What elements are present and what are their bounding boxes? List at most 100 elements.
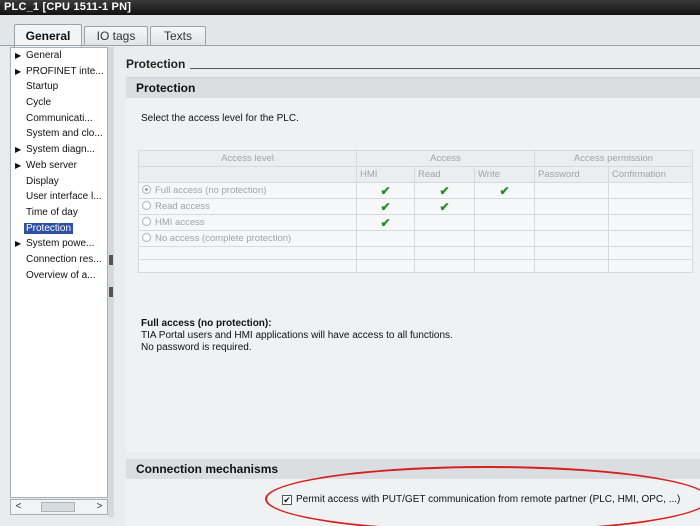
access-hmi-cell: ✔ [356, 182, 415, 199]
sidebar-item-11[interactable]: Protection [11, 221, 107, 237]
access-row[interactable]: Read access ✔ ✔ [138, 198, 693, 215]
sidebar-item-label: Overview of a... [26, 269, 96, 281]
access-level-radio[interactable] [142, 201, 151, 210]
col-access-permission: Access permission [534, 150, 693, 167]
access-level-label: No access (complete protection) [155, 233, 292, 244]
col-blank [138, 166, 357, 183]
scroll-left-button[interactable]: < [11, 500, 26, 514]
tab-general[interactable]: General [14, 24, 82, 47]
section-title: Protection [126, 57, 186, 71]
sidebar-item-3[interactable]: Cycle [11, 95, 107, 111]
description-line-1: TIA Portal users and HMI applications wi… [141, 330, 453, 341]
sidebar-item-label: System and clo... [26, 128, 103, 140]
sidebar-item-label: Startup [26, 81, 59, 93]
expand-arrow-icon[interactable]: ▶ [15, 158, 21, 174]
splitter-grip-top [109, 255, 113, 265]
sidebar-item-13[interactable]: Connection res... [11, 252, 107, 268]
access-level-cell[interactable]: HMI access [138, 214, 357, 231]
sidebar-item-7[interactable]: ▶ Web server [11, 158, 107, 174]
protection-panel: Protection Select the access level for t… [126, 77, 700, 452]
sidebar-item-label: Communicati... [26, 112, 93, 124]
col-write: Write [474, 166, 535, 183]
sidebar-item-label: Web server [26, 159, 77, 171]
access-row[interactable]: HMI access ✔ [138, 214, 693, 231]
access-confirmation-cell [608, 214, 693, 231]
access-level-label: Read access [155, 201, 210, 212]
sidebar-item-9[interactable]: User interface l... [11, 189, 107, 205]
splitter-grip-bottom [109, 287, 113, 297]
access-level-cell[interactable]: No access (complete protection) [138, 230, 357, 247]
access-hmi-cell [356, 230, 415, 247]
col-access: Access [356, 150, 535, 167]
expand-arrow-icon[interactable]: ▶ [15, 48, 21, 64]
sidebar-item-label: PROFINET inte... [26, 65, 104, 77]
access-row[interactable]: No access (complete protection) [138, 230, 693, 247]
connection-mechanisms-panel: Connection mechanisms [126, 459, 700, 526]
sidebar-item-4[interactable]: Communicati... [11, 111, 107, 127]
access-hmi-cell: ✔ [356, 198, 415, 215]
col-password: Password [534, 166, 609, 183]
scroll-thumb[interactable] [41, 502, 75, 512]
sidebar-item-5[interactable]: System and clo... [11, 126, 107, 142]
tab-divider [0, 45, 700, 46]
sidebar-item-6[interactable]: ▶ System diagn... [11, 142, 107, 158]
access-level-label: Full access (no protection) [155, 185, 267, 196]
protection-panel-header: Protection [126, 78, 700, 98]
access-level-cell[interactable]: Read access [138, 198, 357, 215]
section-rule [190, 68, 700, 69]
tree-horizontal-scrollbar[interactable]: < > [10, 499, 108, 515]
checkmark-icon: ✔ [380, 183, 391, 198]
checkmark-icon: ✔ [499, 183, 510, 198]
permit-putget-option[interactable]: ✔ Permit access with PUT/GET communicatio… [282, 494, 680, 505]
checkmark-icon: ✔ [380, 199, 391, 214]
access-level-radio[interactable] [142, 185, 151, 194]
sidebar-item-12[interactable]: ▶ System powe... [11, 236, 107, 252]
access-level-table: Access level Access Access permission HM… [138, 150, 693, 273]
sidebar-item-label: Display [26, 175, 59, 187]
access-password-cell [534, 214, 609, 231]
properties-content: Protection Protection Select the access … [114, 47, 700, 526]
permit-putget-checkbox[interactable]: ✔ [282, 495, 292, 505]
col-access-level: Access level [138, 150, 357, 167]
sidebar-item-10[interactable]: Time of day [11, 205, 107, 221]
sidebar-item-label: System powe... [26, 238, 95, 250]
access-confirmation-cell [608, 230, 693, 247]
tab-texts[interactable]: Texts [150, 26, 206, 46]
description-line-2: No password is required. [141, 342, 252, 353]
expand-arrow-icon[interactable]: ▶ [15, 142, 21, 158]
scroll-right-button[interactable]: > [92, 500, 107, 514]
access-row[interactable]: Full access (no protection) ✔ ✔ ✔ [138, 182, 693, 199]
access-read-cell [414, 214, 475, 231]
col-confirmation: Confirmation [608, 166, 693, 183]
access-password-cell [534, 198, 609, 215]
checkmark-icon: ✔ [439, 199, 450, 214]
access-level-cell[interactable]: Full access (no protection) [138, 182, 357, 199]
access-write-cell [474, 214, 535, 231]
connection-heading: Connection mechanisms [136, 462, 279, 476]
navigation-tree: ▶ General ▶ PROFINET inte... Startup Cycle Com… [10, 47, 108, 498]
access-level-radio[interactable] [142, 233, 151, 242]
access-confirmation-cell [608, 182, 693, 199]
sidebar-item-1[interactable]: ▶ PROFINET inte... [11, 64, 107, 80]
sidebar-item-0[interactable]: ▶ General [11, 48, 107, 64]
access-password-cell [534, 182, 609, 199]
sidebar-item-8[interactable]: Display [11, 174, 107, 190]
window-title: PLC_1 [CPU 1511-1 PN] [0, 0, 700, 15]
access-level-radio[interactable] [142, 217, 151, 226]
sidebar-item-label: Time of day [26, 206, 78, 218]
col-hmi: HMI [356, 166, 415, 183]
tab-io-tags[interactable]: IO tags [84, 26, 148, 46]
checkmark-icon: ✔ [380, 215, 391, 230]
description-heading: Full access (no protection): [141, 318, 272, 329]
tab-strip: General IO tags Texts [0, 15, 700, 47]
sidebar-item-label: User interface l... [26, 191, 102, 203]
access-write-cell [474, 230, 535, 247]
access-write-cell: ✔ [474, 182, 535, 199]
access-password-cell [534, 230, 609, 247]
sidebar-item-2[interactable]: Startup [11, 79, 107, 95]
sidebar-item-label: Connection res... [26, 253, 102, 265]
expand-arrow-icon[interactable]: ▶ [15, 64, 21, 80]
expand-arrow-icon[interactable]: ▶ [15, 236, 21, 252]
access-level-label: HMI access [155, 217, 205, 228]
sidebar-item-14[interactable]: Overview of a... [11, 268, 107, 284]
